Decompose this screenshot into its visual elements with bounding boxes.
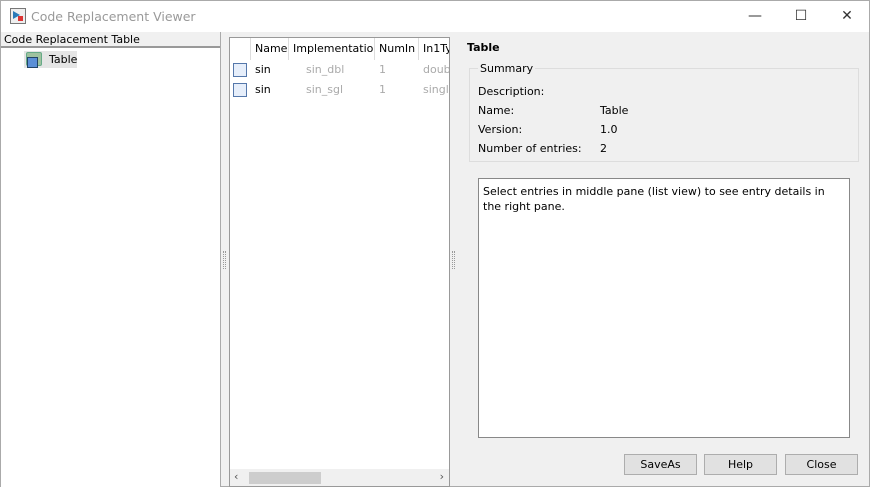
version-value: 1.0 <box>600 123 618 136</box>
description-label: Description: <box>478 85 545 98</box>
cell-implementation: sin_dbl <box>306 63 345 76</box>
cell-numin: 1 <box>379 63 386 76</box>
summary-label: Summary <box>478 62 536 75</box>
app-icon <box>10 8 26 24</box>
splitter-right[interactable] <box>452 251 455 269</box>
column-header-in1type[interactable]: In1Ty <box>419 38 449 60</box>
table-row[interactable]: sin sin_dbl 1 doubl <box>230 60 449 80</box>
entries-count-label: Number of entries: <box>478 142 582 155</box>
cell-name: sin <box>255 63 271 76</box>
cell-in1type: doubl <box>423 63 449 76</box>
entries-count-value: 2 <box>600 142 607 155</box>
tree-header: Code Replacement Table <box>1 32 220 48</box>
maximize-button[interactable]: ☐ <box>778 1 824 32</box>
scroll-thumb[interactable] <box>249 472 321 484</box>
version-label: Version: <box>478 123 523 136</box>
details-pane: Table Summary Description: Name: Table V… <box>459 32 870 487</box>
entry-icon <box>233 83 247 97</box>
scroll-left-icon[interactable]: ‹ <box>234 470 238 483</box>
cell-name: sin <box>255 83 271 96</box>
entry-details-text: Select entries in middle pane (list view… <box>478 178 850 438</box>
splitter-left[interactable] <box>223 251 226 269</box>
icon-column-header <box>230 38 251 60</box>
column-header-name[interactable]: Name <box>251 38 289 60</box>
close-button[interactable]: Close <box>785 454 858 475</box>
window-title: Code Replacement Viewer <box>31 9 196 24</box>
column-header-implementation[interactable]: Implementation <box>289 38 375 60</box>
name-label: Name: <box>478 104 515 117</box>
saveas-button[interactable]: SaveAs <box>624 454 697 475</box>
cell-numin: 1 <box>379 83 386 96</box>
help-button[interactable]: Help <box>704 454 777 475</box>
close-window-button[interactable]: ✕ <box>824 1 870 32</box>
column-header-numin[interactable]: NumIn <box>375 38 419 60</box>
tree-item-table[interactable]: Table <box>24 51 77 68</box>
horizontal-scrollbar[interactable]: ‹ › <box>230 469 449 486</box>
tree-pane: Code Replacement Table Table <box>1 32 221 487</box>
scroll-right-icon[interactable]: › <box>440 470 444 483</box>
tree-item-label: Table <box>49 53 78 66</box>
title-bar: Code Replacement Viewer — ☐ ✕ <box>1 1 869 32</box>
name-value: Table <box>600 104 629 117</box>
table-row[interactable]: sin sin_sgl 1 single <box>230 80 449 100</box>
window: Code Replacement Viewer — ☐ ✕ Code Repla… <box>0 0 870 487</box>
minimize-button[interactable]: — <box>732 1 778 32</box>
details-title: Table <box>467 41 500 54</box>
summary-group: Summary Description: Name: Table Version… <box>469 62 859 162</box>
entry-icon <box>233 63 247 77</box>
cell-implementation: sin_sgl <box>306 83 344 96</box>
entries-list: Name Implementation NumIn In1Ty sin sin_… <box>229 37 450 487</box>
cell-in1type: single <box>423 83 449 96</box>
table-folder-icon <box>26 52 42 68</box>
